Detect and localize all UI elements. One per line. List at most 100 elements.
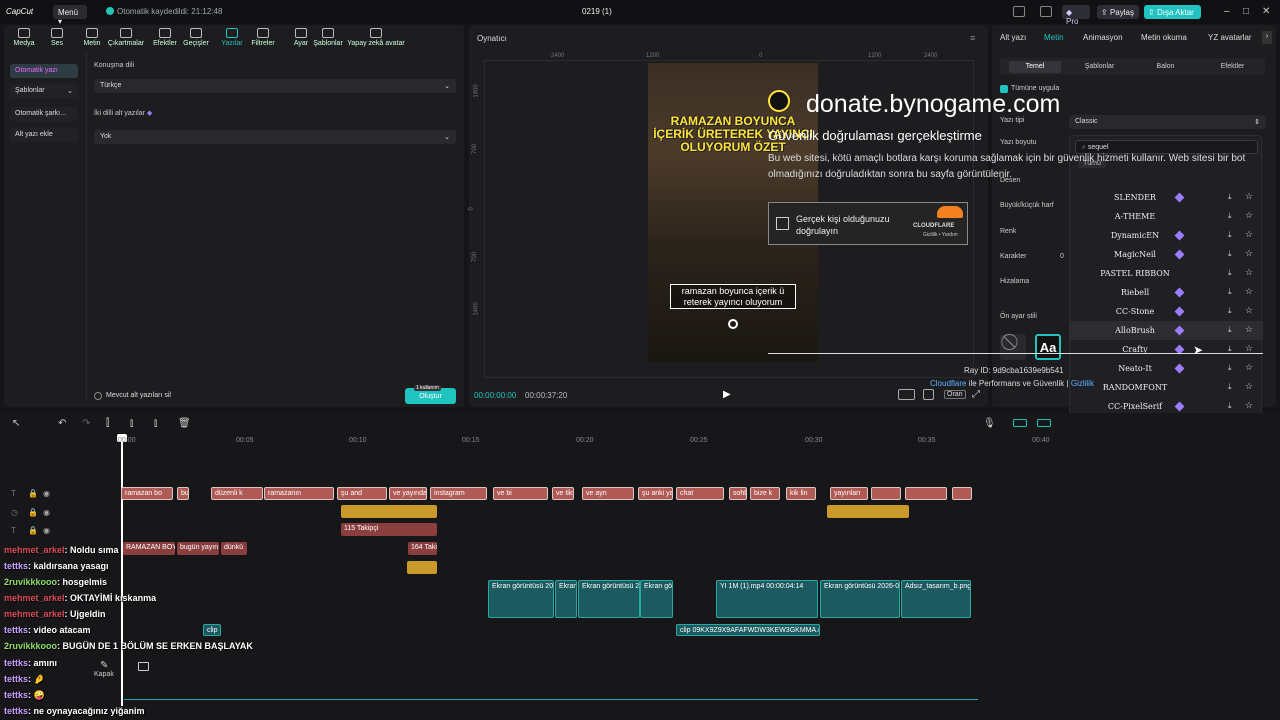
subtitle-textbox[interactable]: ramazan boyunca içerik ü reterek yayıncı… [670, 284, 796, 309]
close-icon[interactable]: ✕ [1262, 6, 1270, 17]
video-clip[interactable]: Ekran görü [640, 580, 673, 618]
subtab-efektler[interactable]: Efektler [1205, 61, 1260, 73]
follow-clip-2[interactable]: 164 Taki [408, 542, 437, 555]
bilingual-select[interactable]: Yok ⌄ [94, 130, 456, 144]
captcha-links[interactable]: Gizlilik • Yardım [923, 232, 958, 238]
subtab-şablonlar[interactable]: Şablonlar [1072, 61, 1127, 73]
toolbar--kartmalar[interactable]: Çıkartmalar [104, 28, 148, 47]
audio-clip[interactable] [407, 561, 437, 574]
left-nav-item[interactable]: Alt yazı ekle [10, 128, 78, 142]
font-row[interactable]: PASTEL RIBBON ⤓ ☆ [1070, 264, 1263, 283]
tab-metin-okuma[interactable]: Metin okuma [1141, 33, 1187, 42]
star-icon[interactable]: ☆ [1245, 305, 1253, 316]
split-icon[interactable]: ⫿ [106, 418, 109, 429]
text-clip[interactable]: ve tiktok'ta [552, 487, 574, 500]
preset-aa-button[interactable]: Aa [1035, 334, 1061, 360]
split-left-icon[interactable]: ⫾ [130, 418, 133, 429]
download-icon[interactable]: ⤓ [1228, 287, 1232, 297]
zoom-fit-icon[interactable] [923, 389, 934, 400]
left-nav-item[interactable]: Şablonlar ⌄ [10, 84, 78, 98]
download-icon[interactable]: ⤓ [1228, 363, 1232, 373]
text-clip[interactable]: şu anki ya [638, 487, 673, 500]
subtitle-clip[interactable]: dünkü [221, 542, 247, 555]
select-tool-icon[interactable]: ↖ [12, 418, 20, 429]
text-clip[interactable] [952, 487, 972, 500]
download-icon[interactable]: ⤓ [1228, 401, 1232, 411]
text-clip[interactable]: ramazanın [264, 487, 334, 500]
text-clip[interactable]: instagram [430, 487, 487, 500]
rotate-handle-icon[interactable] [728, 319, 738, 329]
star-icon[interactable]: ☆ [1245, 210, 1253, 221]
text-clip[interactable]: bu seriye b [177, 487, 189, 500]
star-icon[interactable]: ☆ [1245, 400, 1253, 411]
microphone-icon[interactable]: 🎙 [983, 418, 996, 429]
text-clip[interactable]: düzenli k [211, 487, 263, 500]
lock-icon[interactable]: 🔒 [28, 508, 38, 517]
download-icon[interactable]: ⤓ [1228, 306, 1232, 316]
lock-icon[interactable]: 🔒 [28, 526, 38, 535]
font-row[interactable]: MagicNeil ⤓ ☆ [1070, 245, 1263, 264]
privacy-link[interactable]: Gizlilik [1071, 379, 1094, 388]
text-clip[interactable]: chat [676, 487, 724, 500]
star-icon[interactable]: ☆ [1245, 286, 1253, 297]
font-row[interactable]: DynamicEN ⤓ ☆ [1070, 226, 1263, 245]
star-icon[interactable]: ☆ [1245, 267, 1253, 278]
text-clip[interactable]: ve yayında r [389, 487, 427, 500]
clip-a[interactable]: clip [203, 624, 221, 636]
ratio-button[interactable]: Oran [944, 390, 966, 399]
layout-icon[interactable] [1013, 6, 1025, 17]
text-clip[interactable]: şu and [337, 487, 387, 500]
chevron-right-icon[interactable]: › [1262, 31, 1272, 44]
text-clip[interactable]: yayınları [830, 487, 868, 500]
menu-button[interactable]: Menü ▾ [53, 5, 87, 26]
tab-yz-avatarlar[interactable]: YZ avatarlar [1208, 33, 1252, 42]
speech-lang-select[interactable]: Türkçe ⌄ [94, 79, 456, 93]
download-icon[interactable]: ⤓ [1228, 249, 1232, 259]
toolbar--ablonlar[interactable]: Şablonlar [309, 28, 347, 47]
text-clip[interactable] [871, 487, 901, 500]
lock-icon[interactable]: 🔒 [28, 489, 38, 498]
edit-cover-icon[interactable]: ✎ [100, 660, 108, 671]
text-clip[interactable]: kik lin [786, 487, 816, 500]
download-icon[interactable]: ⤓ [1228, 325, 1232, 335]
font-row[interactable]: RANDOMFONT ⤓ ☆ [1070, 378, 1263, 397]
delete-icon[interactable]: 🗑 [178, 418, 191, 429]
download-icon[interactable]: ⤓ [1228, 230, 1232, 240]
follow-clip[interactable]: 115 Takipçi [341, 523, 437, 536]
playhead[interactable] [121, 436, 123, 706]
audio-clip[interactable] [827, 505, 909, 518]
eye-icon[interactable]: ◉ [43, 526, 50, 535]
font-row[interactable]: AlloBrush ⤓ ☆ [1070, 321, 1263, 340]
subtitle-clip[interactable]: bugün yayın [177, 542, 219, 555]
text-clip[interactable]: sohbet [729, 487, 747, 500]
play-icon[interactable]: ▶ [723, 389, 731, 400]
font-row[interactable]: Crafty ⤓ ☆ [1070, 340, 1263, 359]
tab-animasyon[interactable]: Animasyon [1083, 33, 1123, 42]
download-icon[interactable]: ⤓ [1228, 211, 1232, 221]
star-icon[interactable]: ☆ [1245, 381, 1253, 392]
subtab-balon[interactable]: Balon [1138, 61, 1193, 73]
download-icon[interactable]: ⤓ [1228, 382, 1232, 392]
maximize-icon[interactable]: □ [1243, 6, 1249, 17]
font-row[interactable]: CC-Stone ⤓ ☆ [1070, 302, 1263, 321]
undo-icon[interactable]: ↶ [58, 418, 66, 429]
pro-button[interactable]: ◆ Pro [1062, 5, 1090, 26]
split-right-icon[interactable]: ⫾ [154, 418, 157, 429]
star-icon[interactable]: ☆ [1245, 229, 1253, 240]
delete-existing-checkbox[interactable] [94, 392, 102, 400]
download-icon[interactable]: ⤓ [1228, 192, 1232, 202]
left-nav-item[interactable]: Otomatik yazı [10, 64, 78, 78]
tab-alt-yaz-[interactable]: Alt yazı [1000, 33, 1026, 42]
video-clip[interactable]: Ekran görüntüsü 2 [578, 580, 640, 618]
eye-icon[interactable]: ◉ [43, 508, 50, 517]
font-row[interactable]: SLENDER ⤓ ☆ [1070, 188, 1263, 207]
fullscreen-mode-icon[interactable] [898, 389, 915, 400]
star-icon[interactable]: ☆ [1245, 324, 1253, 335]
minimize-icon[interactable]: – [1224, 6, 1230, 17]
video-clip[interactable]: Ekran görüntüsü 2026-03- [820, 580, 900, 618]
download-icon[interactable]: ⤓ [1228, 268, 1232, 278]
share-button[interactable]: ⇪ Paylaş [1097, 5, 1139, 19]
toolbar-yapay-zek-avatar[interactable]: Yapay zekâ avatar [346, 28, 406, 47]
subtab-temel[interactable]: Temel [1009, 61, 1061, 73]
star-icon[interactable]: ☆ [1245, 248, 1253, 259]
